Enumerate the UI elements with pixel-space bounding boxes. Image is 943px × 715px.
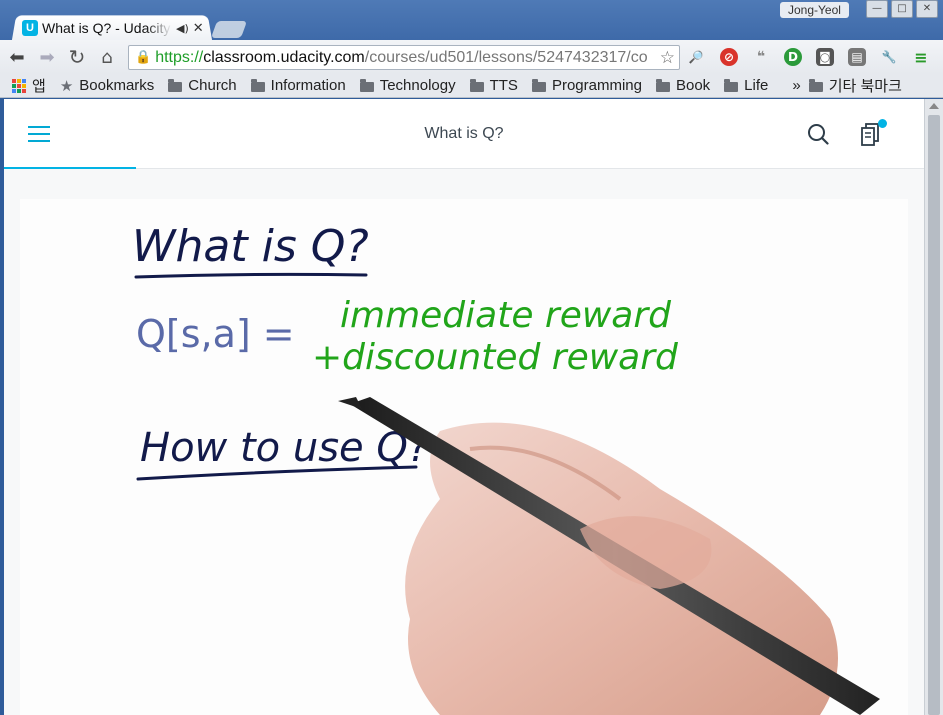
bookmark-label: TTS xyxy=(489,77,518,94)
bookmark-label: Church xyxy=(188,77,237,94)
url-text: https://classroom.udacity.com/courses/ud… xyxy=(155,49,675,67)
ext-d-icon[interactable]: D xyxy=(784,48,802,66)
bookmarks-bar: 앱 ★ Bookmarks Church Information Technol… xyxy=(0,74,943,98)
tab-title: What is Q? - Udacity xyxy=(42,20,171,36)
speaker-icon[interactable]: ◀) xyxy=(176,22,189,35)
heading-how-to-use-q: How to use Q? xyxy=(140,425,429,471)
address-bar[interactable]: 🔒 https://classroom.udacity.com/courses/… xyxy=(128,45,680,70)
browser-window: U What is Q? - Udacity ◀) ✕ Jong-Yeol — … xyxy=(0,0,943,715)
search-icon[interactable] xyxy=(807,123,829,145)
bookmark-technology[interactable]: Technology xyxy=(359,77,456,94)
folder-icon xyxy=(655,78,670,92)
bookmark-programming[interactable]: Programming xyxy=(531,77,642,94)
bookmark-life[interactable]: Life xyxy=(724,77,768,94)
equation-discounted-reward: +discounted reward xyxy=(312,337,679,378)
magnifier-icon[interactable]: 🔎 xyxy=(687,48,705,66)
apps-shortcut[interactable]: 앱 xyxy=(12,75,46,96)
page-scrollbar[interactable] xyxy=(924,99,943,715)
equation-immediate-reward: immediate reward xyxy=(340,295,672,336)
other-bookmarks[interactable]: 기타 북마크 xyxy=(808,75,902,96)
lesson-progress-bar xyxy=(4,167,136,169)
new-tab-button[interactable] xyxy=(210,21,248,38)
star-icon: ★ xyxy=(59,77,74,95)
quote-icon[interactable]: ❝ xyxy=(752,48,770,66)
lock-icon: 🔒 xyxy=(135,50,152,65)
home-icon[interactable]: ⌂ xyxy=(94,44,120,70)
reload-icon[interactable]: ↻ xyxy=(64,44,90,70)
forward-icon[interactable]: ➡ xyxy=(34,44,60,70)
bookmark-church[interactable]: Church xyxy=(168,77,237,94)
bookmark-label: Book xyxy=(675,77,711,94)
hand-with-pen xyxy=(338,397,880,715)
folder-icon xyxy=(531,78,546,92)
lesson-video[interactable]: What is Q? Q[s,a] = immediate reward +di… xyxy=(20,199,908,715)
bookmark-label: Information xyxy=(270,77,346,94)
url-host: classroom.udacity.com xyxy=(203,48,365,66)
scroll-up-arrow-icon[interactable] xyxy=(929,103,939,109)
bookmark-star-icon[interactable]: ☆ xyxy=(660,48,675,68)
minimize-button[interactable]: — xyxy=(866,0,888,18)
wrench-icon[interactable]: 🔧 xyxy=(880,48,898,66)
camera-icon[interactable]: ◙ xyxy=(816,48,834,66)
bookmark-label: Life xyxy=(744,77,769,94)
folder-icon xyxy=(168,78,183,92)
bookmark-information[interactable]: Information xyxy=(250,77,346,94)
folder-icon xyxy=(469,78,484,92)
url-path: /courses/ud501/lessons/5247432317/co xyxy=(364,48,648,66)
equation-lhs: Q[s,a] = xyxy=(136,312,295,356)
bookmark-label: Technology xyxy=(379,77,456,94)
page-title: What is Q? xyxy=(424,125,504,142)
folder-icon xyxy=(808,78,823,92)
whiteboard-drawing: What is Q? Q[s,a] = immediate reward +di… xyxy=(132,221,880,715)
menu-icon[interactable]: ≡ xyxy=(912,48,930,67)
folder-icon xyxy=(724,78,739,92)
maximize-button[interactable]: □ xyxy=(891,0,913,18)
bookmark-tts[interactable]: TTS xyxy=(469,77,518,94)
url-scheme: https:// xyxy=(155,48,204,66)
bookmark-label: Bookmarks xyxy=(79,77,155,94)
classroom-header: What is Q? xyxy=(4,99,924,169)
apps-label: 앱 xyxy=(32,78,46,95)
tab-strip: U What is Q? - Udacity ◀) ✕ Jong-Yeol — … xyxy=(0,0,943,42)
bookmarks-overflow-button[interactable]: » xyxy=(792,77,800,94)
underline-1 xyxy=(134,272,368,279)
adblock-icon[interactable]: ⊘ xyxy=(720,48,738,66)
profile-button[interactable]: Jong-Yeol xyxy=(780,2,849,18)
classroom-page: What is Q? What is Q? Q[s,a] = immediate… xyxy=(4,99,924,715)
folder-icon xyxy=(250,78,265,92)
evernote-icon[interactable]: ▤ xyxy=(848,48,866,66)
folder-icon xyxy=(359,78,374,92)
bookmark-label: Programming xyxy=(551,77,642,94)
scroll-thumb[interactable] xyxy=(928,115,940,715)
other-bookmarks-label: 기타 북마크 xyxy=(828,78,902,95)
close-window-button[interactable]: ✕ xyxy=(916,0,938,18)
heading-what-is-q: What is Q? xyxy=(132,221,369,272)
notes-button[interactable] xyxy=(859,119,887,147)
active-tab[interactable]: U What is Q? - Udacity ◀) ✕ xyxy=(22,16,208,40)
bookmark-book[interactable]: Book xyxy=(655,77,711,94)
close-tab-icon[interactable]: ✕ xyxy=(193,21,204,36)
back-icon[interactable]: ⬅ xyxy=(4,44,30,70)
apps-grid-icon xyxy=(12,78,26,93)
bookmark-bookmarks[interactable]: ★ Bookmarks xyxy=(60,77,154,95)
browser-toolbar: ⬅ ➡ ↻ ⌂ 🔒 https://classroom.udacity.com/… xyxy=(0,40,943,74)
notification-dot xyxy=(878,119,887,128)
udacity-favicon-icon: U xyxy=(22,20,38,36)
